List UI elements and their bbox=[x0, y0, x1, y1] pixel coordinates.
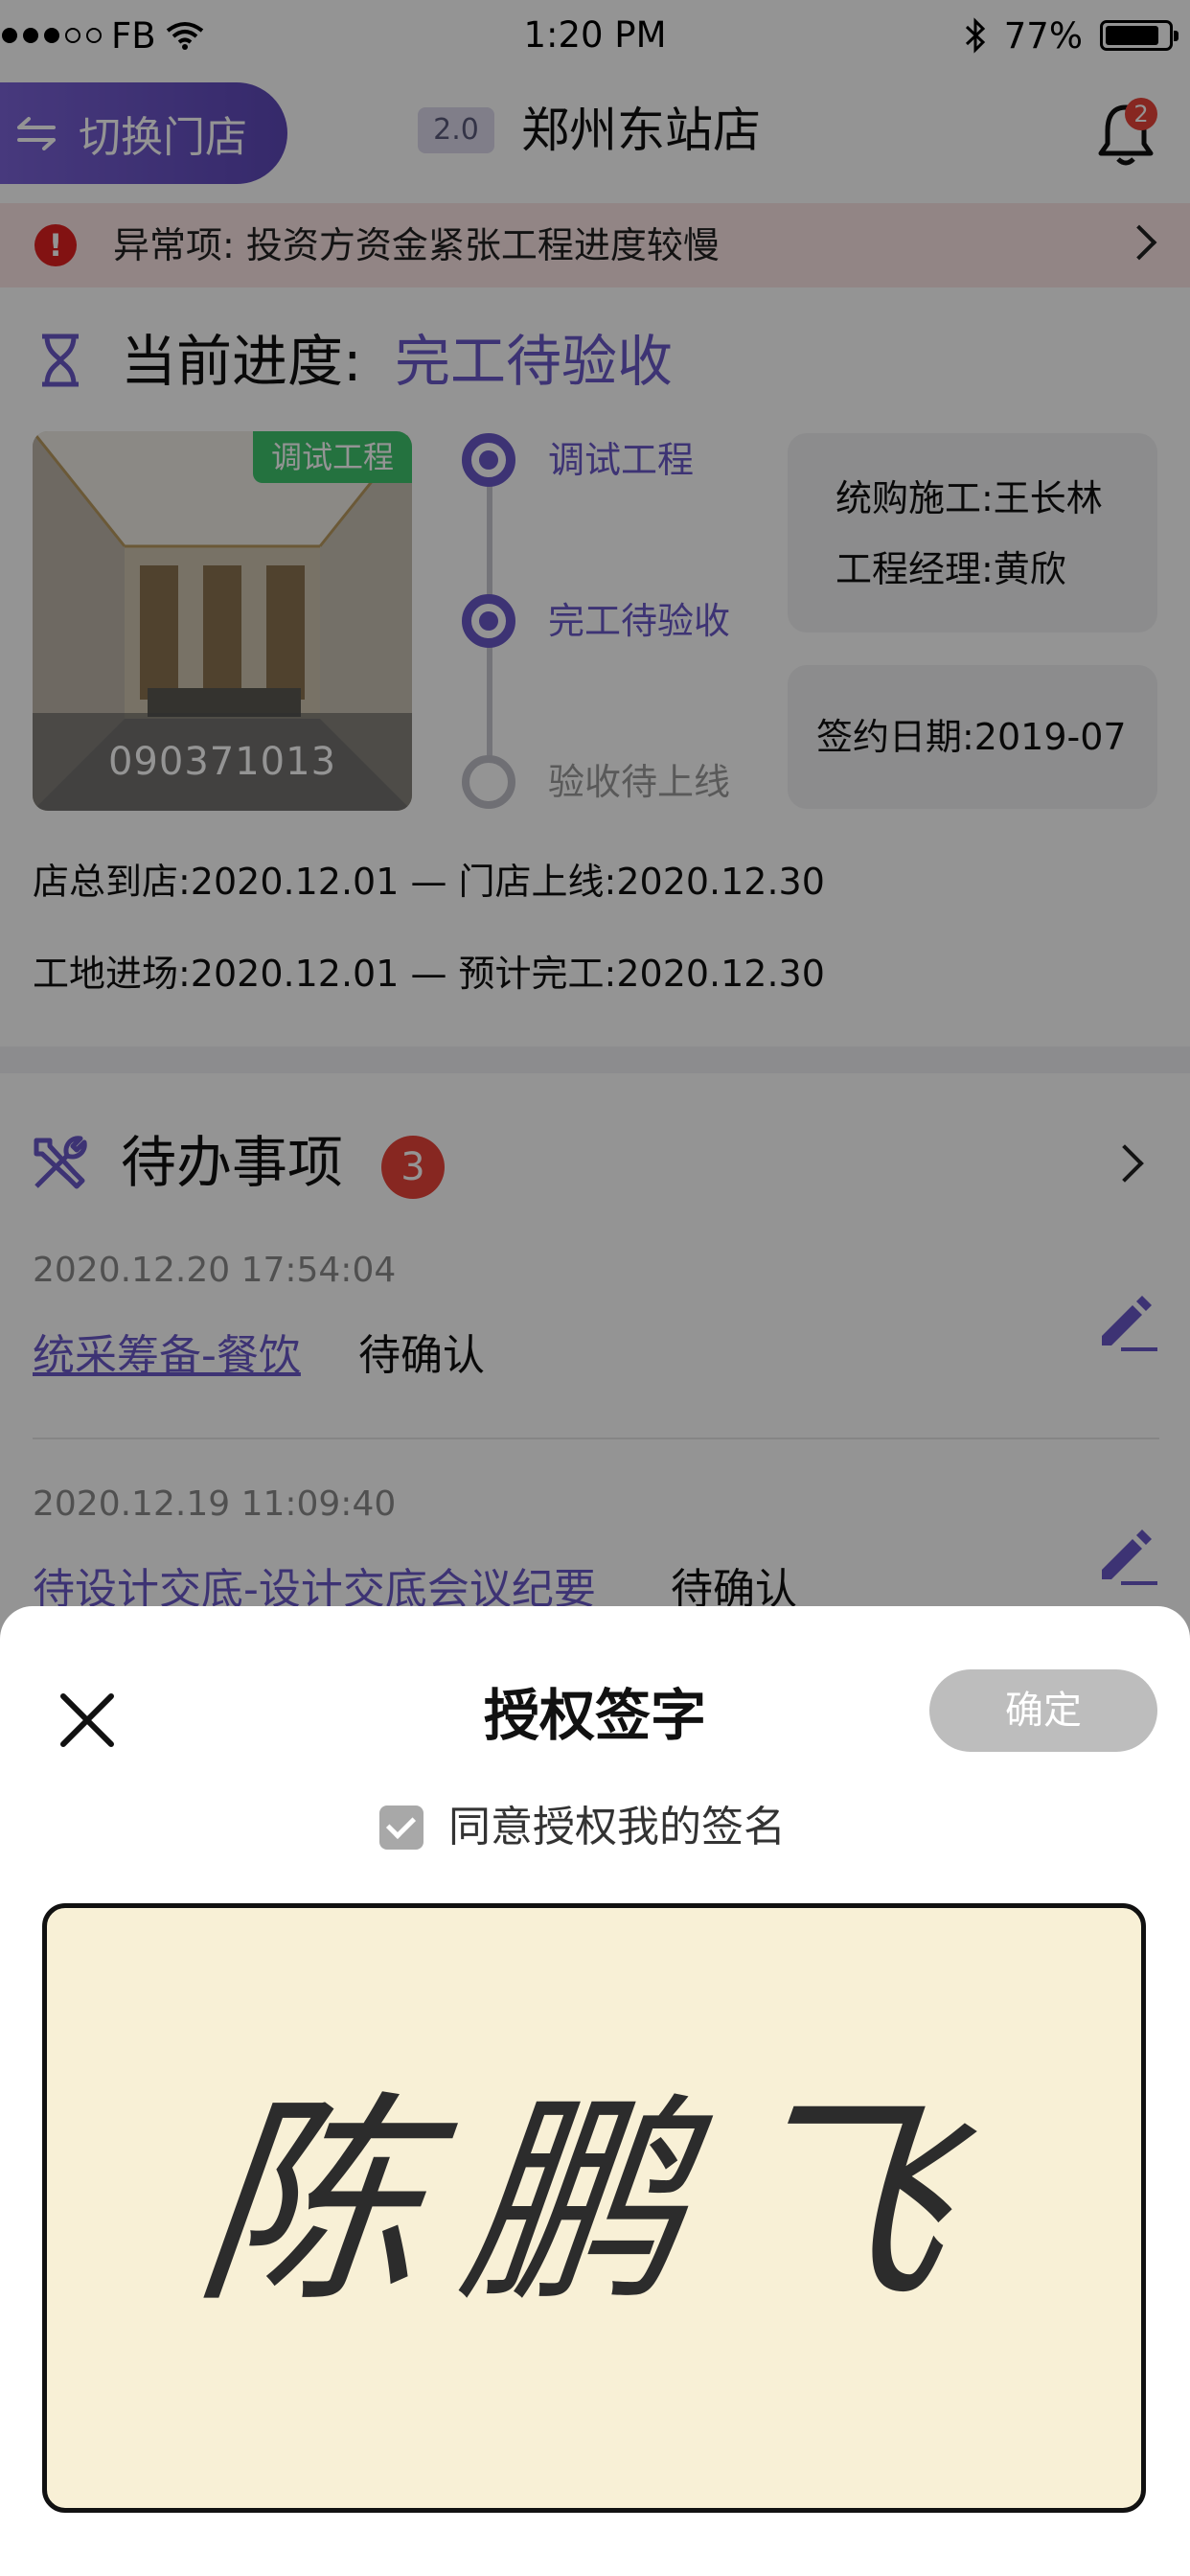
agree-row[interactable]: 同意授权我的签名 bbox=[379, 1794, 786, 1861]
confirm-button[interactable]: 确定 bbox=[929, 1669, 1157, 1752]
signature-pad[interactable]: 陈鹏飞 bbox=[42, 1903, 1146, 2513]
signature-sheet: 授权签字 确定 同意授权我的签名 陈鹏飞 bbox=[0, 1606, 1190, 2576]
agree-checkbox[interactable] bbox=[379, 1806, 423, 1850]
agree-label: 同意授权我的签名 bbox=[448, 1803, 786, 1852]
handwritten-signature: 陈鹏飞 bbox=[186, 2074, 1002, 2333]
